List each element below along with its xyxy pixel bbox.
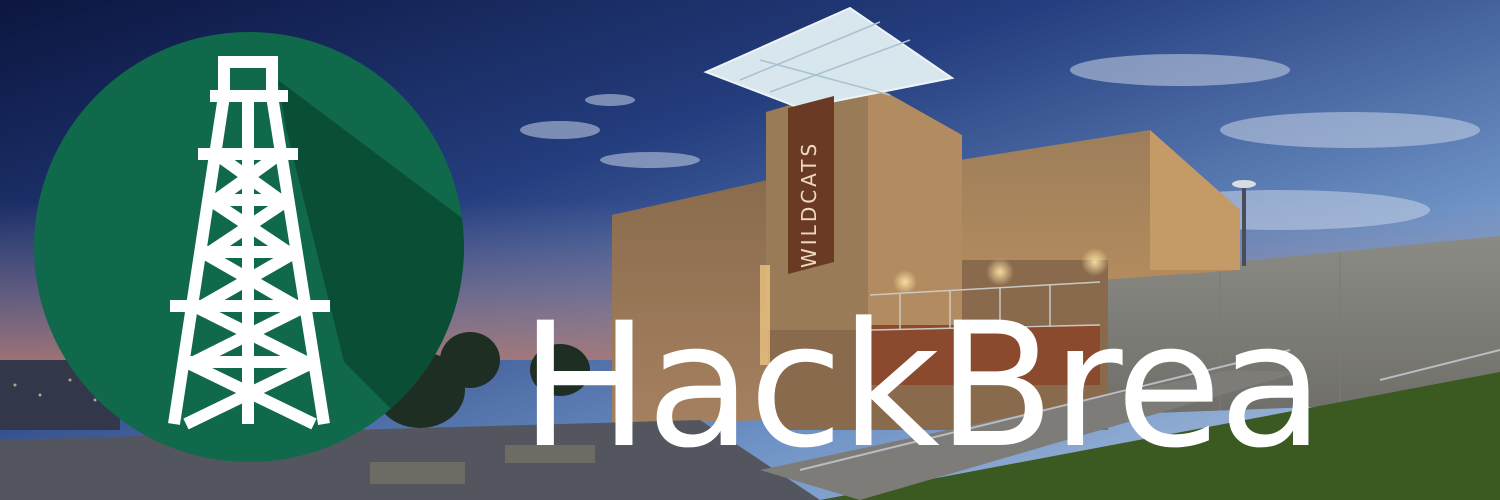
building-sign-text: WILDCATS [797, 141, 821, 268]
oil-derrick-logo [34, 32, 464, 462]
light-pole [1242, 186, 1246, 266]
banner-headline: HackBrea [520, 285, 1324, 486]
hackbreak-banner: WILDCATS HackBrea [0, 0, 1500, 500]
